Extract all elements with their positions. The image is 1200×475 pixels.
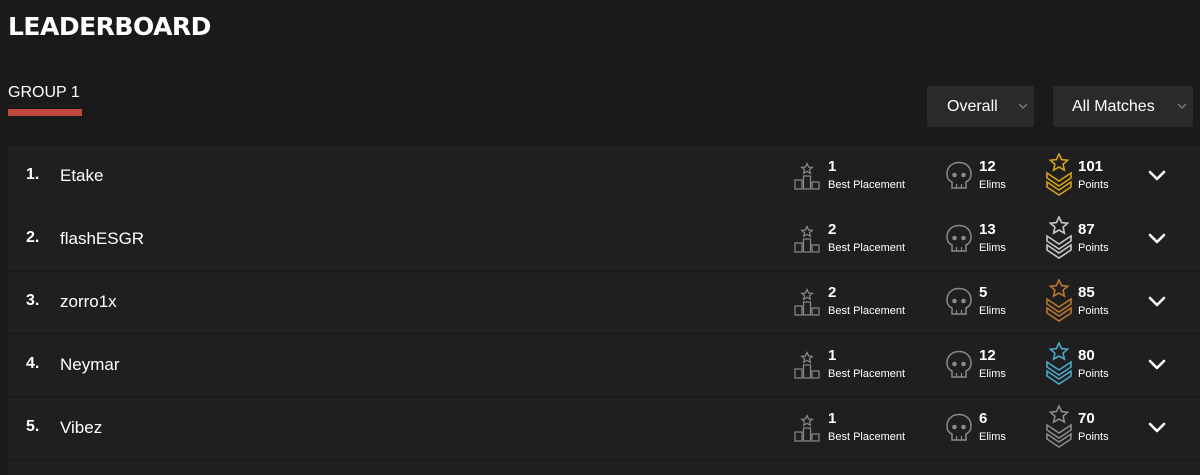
points-stat: 70 Points: [1045, 398, 1135, 459]
elims-stat: 12 Elims: [945, 335, 1035, 396]
chevron-rank-star-icon: [1045, 404, 1073, 456]
rank-number: 4.: [26, 355, 40, 372]
rank-number: 1.: [26, 166, 40, 183]
expand-row-chevron-down-icon[interactable]: [1146, 227, 1168, 249]
skull-icon: [945, 350, 973, 385]
scope-dropdown-value: Overall: [947, 97, 998, 115]
skull-icon: [945, 161, 973, 196]
matches-dropdown-value: All Matches: [1072, 97, 1155, 115]
expand-row-chevron-down-icon[interactable]: [1146, 290, 1168, 312]
leaderboard-row[interactable]: 2. flashESGR 2 Best Placement 13 Elims 8…: [8, 209, 1200, 270]
matches-dropdown[interactable]: All Matches: [1053, 86, 1193, 127]
active-tab-indicator: [8, 109, 82, 116]
points-value: 80: [1078, 347, 1095, 364]
expand-row-chevron-down-icon[interactable]: [1146, 164, 1168, 186]
points-stat: 101 Points: [1045, 146, 1135, 207]
elims-label: Elims: [979, 179, 1006, 191]
elims-label: Elims: [979, 431, 1006, 443]
elims-label: Elims: [979, 368, 1006, 380]
points-stat: 87 Points: [1045, 209, 1135, 270]
leaderboard-row-partial: [8, 461, 1200, 475]
best-placement-label: Best Placement: [828, 431, 906, 443]
rank-number: 3.: [26, 292, 40, 309]
points-value: 101: [1078, 158, 1104, 175]
points-value: 85: [1078, 284, 1095, 301]
elims-stat: 12 Elims: [945, 146, 1035, 207]
elims-stat: 5 Elims: [945, 272, 1035, 333]
leaderboard-row[interactable]: 3. zorro1x 2 Best Placement 5 Elims 85 P…: [8, 272, 1200, 333]
elims-value: 5: [979, 284, 988, 301]
best-placement-stat: 1 Best Placement: [794, 398, 924, 459]
rank-number: 5.: [26, 418, 40, 435]
best-placement-stat: 2 Best Placement: [794, 209, 924, 270]
points-label: Points: [1078, 179, 1109, 191]
best-placement-label: Best Placement: [828, 179, 906, 191]
elims-label: Elims: [979, 242, 1006, 254]
rank-number: 2.: [26, 229, 40, 246]
best-placement-label: Best Placement: [828, 242, 906, 254]
elims-stat: 13 Elims: [945, 209, 1035, 270]
elims-label: Elims: [979, 305, 1006, 317]
player-name: Vibez: [60, 418, 103, 437]
elims-stat: 6 Elims: [945, 398, 1035, 459]
podium-star-icon: [794, 162, 820, 195]
best-placement-label: Best Placement: [828, 368, 906, 380]
elims-value: 12: [979, 158, 996, 175]
page-title: LEADERBOARD: [8, 12, 211, 41]
best-placement-value: 1: [828, 158, 837, 175]
leaderboard-list: 1. Etake 1 Best Placement 12 Elims 101 P…: [8, 146, 1200, 475]
best-placement-value: 2: [828, 221, 837, 238]
points-label: Points: [1078, 305, 1109, 317]
chevron-down-icon: [1012, 101, 1034, 113]
expand-row-chevron-down-icon[interactable]: [1146, 416, 1168, 438]
points-label: Points: [1078, 368, 1109, 380]
best-placement-value: 1: [828, 410, 837, 427]
player-name: zorro1x: [60, 292, 117, 311]
scope-dropdown[interactable]: Overall: [927, 86, 1034, 127]
podium-star-icon: [794, 414, 820, 447]
points-stat: 85 Points: [1045, 272, 1135, 333]
leaderboard-row[interactable]: 1. Etake 1 Best Placement 12 Elims 101 P…: [8, 146, 1200, 207]
chevron-down-icon: [1171, 101, 1193, 113]
player-name: Etake: [60, 166, 104, 185]
podium-star-icon: [794, 225, 820, 258]
best-placement-stat: 2 Best Placement: [794, 272, 924, 333]
elims-value: 6: [979, 410, 988, 427]
chevron-rank-star-icon: [1045, 215, 1073, 267]
points-label: Points: [1078, 242, 1109, 254]
points-value: 87: [1078, 221, 1095, 238]
leaderboard-page: LEADERBOARD GROUP 1 Overall All Matches …: [0, 0, 1200, 475]
expand-row-chevron-down-icon[interactable]: [1146, 353, 1168, 375]
chevron-rank-star-icon: [1045, 278, 1073, 330]
best-placement-value: 2: [828, 284, 837, 301]
podium-star-icon: [794, 351, 820, 384]
leaderboard-row[interactable]: 5. Vibez 1 Best Placement 6 Elims 70 Poi…: [8, 398, 1200, 459]
points-value: 70: [1078, 410, 1095, 427]
best-placement-value: 1: [828, 347, 837, 364]
elims-value: 12: [979, 347, 996, 364]
points-stat: 80 Points: [1045, 335, 1135, 396]
skull-icon: [945, 224, 973, 259]
skull-icon: [945, 413, 973, 448]
best-placement-stat: 1 Best Placement: [794, 335, 924, 396]
chevron-rank-star-icon: [1045, 341, 1073, 393]
player-name: flashESGR: [60, 229, 145, 248]
chevron-rank-star-icon: [1045, 152, 1073, 204]
podium-star-icon: [794, 288, 820, 321]
best-placement-stat: 1 Best Placement: [794, 146, 924, 207]
tab-group-1[interactable]: GROUP 1: [8, 84, 80, 102]
elims-value: 13: [979, 221, 996, 238]
skull-icon: [945, 287, 973, 322]
player-name: Neymar: [60, 355, 120, 374]
points-label: Points: [1078, 431, 1109, 443]
best-placement-label: Best Placement: [828, 305, 906, 317]
leaderboard-row[interactable]: 4. Neymar 1 Best Placement 12 Elims 80 P…: [8, 335, 1200, 396]
